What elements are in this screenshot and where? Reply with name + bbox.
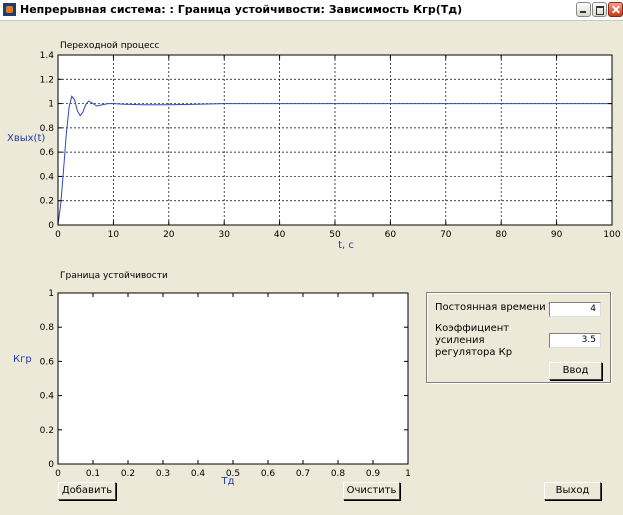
transient-xtick-label: 40 xyxy=(274,230,286,240)
stability-xtick-label: 0.6 xyxy=(261,469,276,479)
stability-ytick-label: 0.4 xyxy=(40,392,55,402)
transient-ylabel: Хвых(t) xyxy=(7,133,45,144)
transient-ytick-label: 0.4 xyxy=(40,172,55,182)
transient-xtick-label: 80 xyxy=(495,230,507,240)
transient-xtick-label: 60 xyxy=(385,230,397,240)
figure-area: 0 10 20 30 40 50 60 70 80 90 100 0 0.2 0.4 0.6 0.8 1 1.2… xyxy=(0,21,623,515)
kp-label: Коэффициент усиления регулятора Кр xyxy=(435,323,513,358)
figure-canvas: 0 10 20 30 40 50 60 70 80 90 100 00.20.40.60.811.2… xyxy=(7,41,621,487)
title-bar: Непрерывная система: : Граница устойчиво… xyxy=(0,0,623,21)
stability-ytick-label: 0 xyxy=(48,460,54,470)
stability-plot[interactable]: 0 0.1 0.2 0.3 0.4 0.5 0.6 0.7 0.8 0.9 1 00.20.40.6… xyxy=(13,271,411,487)
kp-input[interactable]: 3.5 xyxy=(549,333,601,348)
app-window: Непрерывная система: : Граница устойчиво… xyxy=(0,0,623,515)
clear-button[interactable]: Очистить xyxy=(343,482,400,500)
stability-ytick-label: 0.6 xyxy=(40,357,55,367)
transient-ytick-label: 0.6 xyxy=(40,148,55,158)
td-label: Постоянная времени Тд xyxy=(435,302,562,313)
transient-ytick-label: 1 xyxy=(48,100,54,110)
stability-xtick-label: 0.9 xyxy=(366,469,381,479)
transient-xtick-label: 20 xyxy=(163,230,175,240)
transient-ytick-label: 1.2 xyxy=(40,75,54,85)
stability-axes-box xyxy=(57,292,409,465)
td-input[interactable]: 4 xyxy=(549,302,601,317)
stability-ytick-label: 1 xyxy=(48,289,54,299)
stability-xtick-label: 0.8 xyxy=(331,469,346,479)
stability-ylabel: Кгр xyxy=(13,354,32,365)
transient-ytick-label: 0.2 xyxy=(40,197,54,207)
add-button[interactable]: Добавить xyxy=(58,482,116,500)
window-title: Непрерывная система: : Граница устойчиво… xyxy=(20,3,463,16)
transient-xtick-label: 30 xyxy=(218,230,230,240)
transient-title: Переходной процесс xyxy=(60,41,159,51)
matlab-icon xyxy=(3,3,16,16)
stability-ytick-label: 0.8 xyxy=(40,323,55,333)
enter-button[interactable]: Ввод xyxy=(549,362,602,380)
stability-xtick-label: 0.1 xyxy=(86,469,100,479)
transient-xtick-label: 100 xyxy=(603,230,620,240)
transient-ytick-label: 1.4 xyxy=(40,51,55,61)
transient-xtick-label: 70 xyxy=(440,230,452,240)
stability-xtick-label: 0.7 xyxy=(296,469,310,479)
exit-button[interactable]: Выход xyxy=(544,482,601,500)
transient-xtick-label: 50 xyxy=(329,230,341,240)
stability-xtick-label: 0.4 xyxy=(191,469,206,479)
stability-xtick-label: 0.2 xyxy=(121,469,135,479)
transient-xtick-label: 90 xyxy=(551,230,563,240)
close-button[interactable] xyxy=(608,2,623,17)
transient-xtick-label: 0 xyxy=(55,230,61,240)
stability-xtick-label: 0 xyxy=(55,469,61,479)
stability-xtick-label: 0.3 xyxy=(156,469,170,479)
transient-xtick-label: 10 xyxy=(108,230,120,240)
stability-ytick-label: 0.2 xyxy=(40,426,54,436)
stability-title: Граница устойчивости xyxy=(60,271,168,281)
maximize-button[interactable] xyxy=(592,2,607,17)
stability-xlabel: Тд xyxy=(220,476,234,487)
transient-ytick-label: 0 xyxy=(48,221,54,231)
transient-xlabel: t, с xyxy=(338,240,354,251)
minimize-button[interactable] xyxy=(576,2,591,17)
transient-plot[interactable]: 0 10 20 30 40 50 60 70 80 90 100 00.20.40.60.811.2… xyxy=(7,41,621,251)
stability-xtick-label: 1 xyxy=(405,469,411,479)
